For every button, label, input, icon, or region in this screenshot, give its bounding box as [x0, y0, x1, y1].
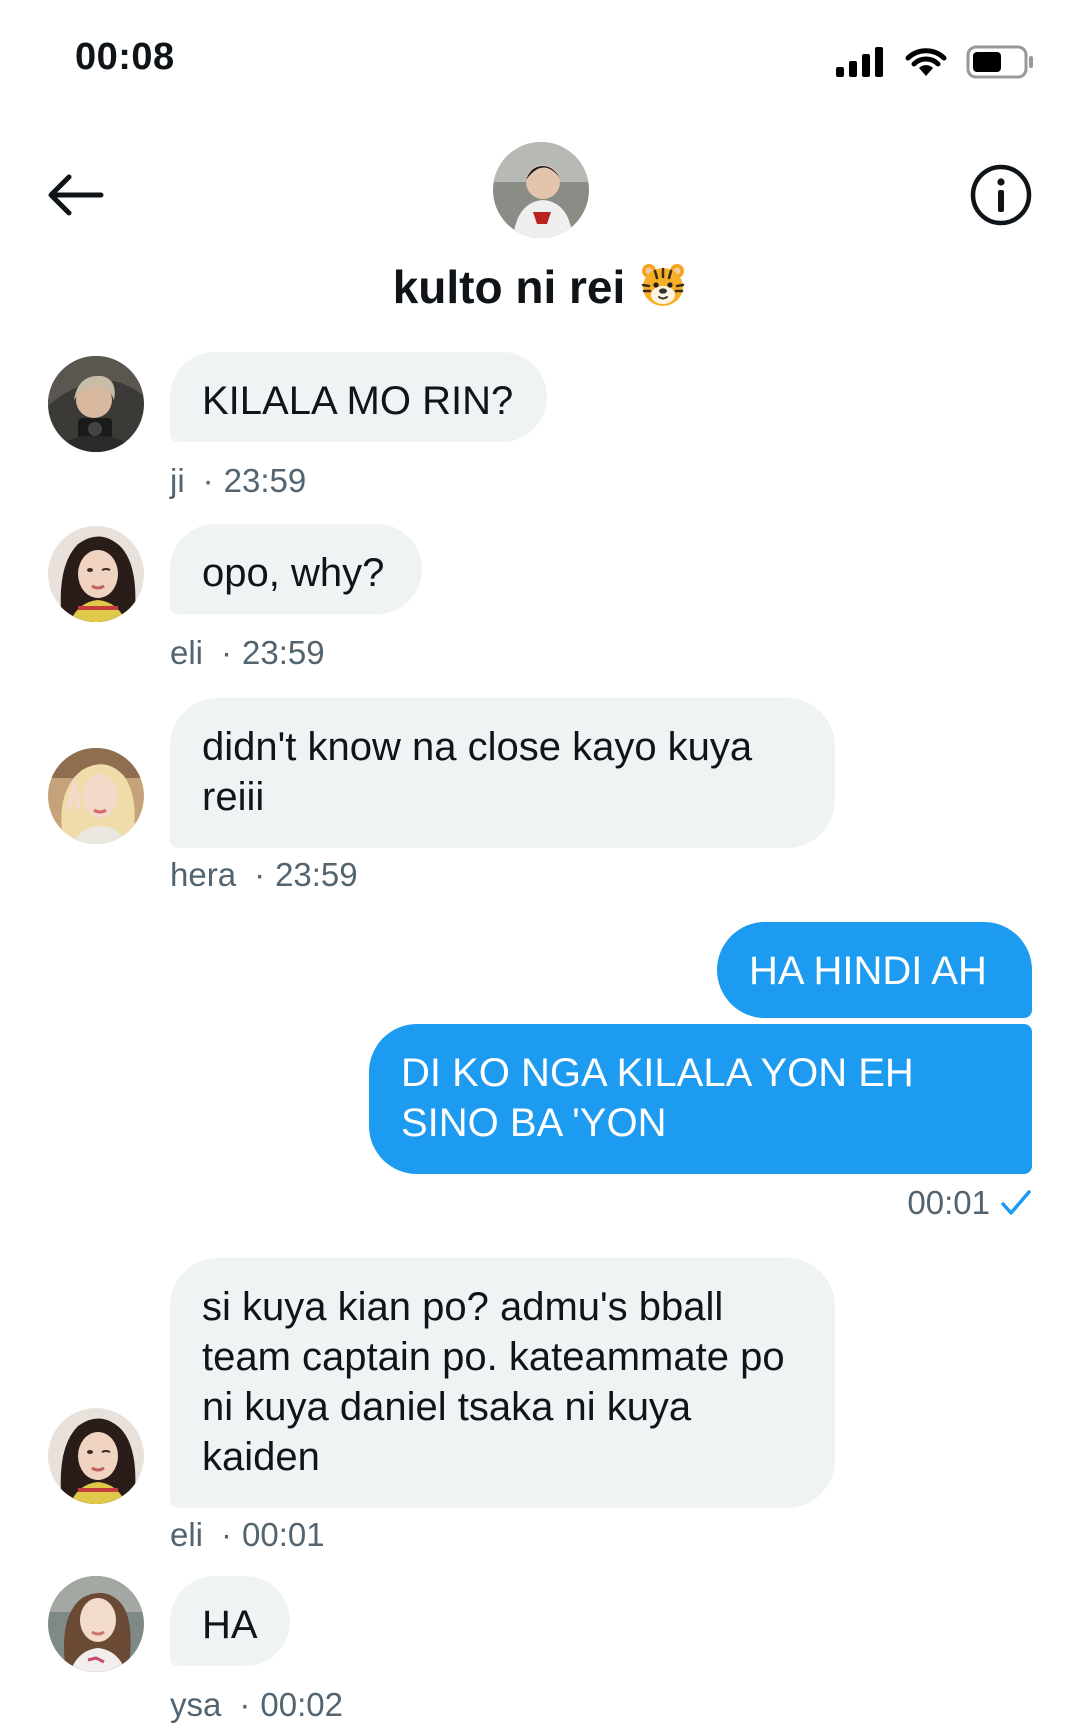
message-item-outgoing: HA HINDI AH: [0, 922, 1080, 1018]
message-time: 00:02: [260, 1686, 343, 1723]
message-meta: ysa · 00:02: [170, 1686, 343, 1724]
message-item-outgoing: DI KO NGA KILALA YON EH SINO BA 'YON 00:…: [0, 1024, 1080, 1221]
meta-separator: ·: [239, 1686, 251, 1723]
message-item: KILALA MO RIN? ji · 23:59: [0, 350, 1080, 499]
sender-name: eli: [170, 634, 204, 671]
message-time: 23:59: [223, 462, 307, 499]
avatar[interactable]: [48, 526, 144, 622]
tiger-face-icon: [639, 261, 687, 320]
message-item: HA ysa · 00:02: [0, 1576, 1080, 1726]
avatar-image: [48, 356, 144, 452]
message-bubble[interactable]: HA: [170, 1576, 290, 1666]
message-meta: hera · 23:59: [170, 856, 358, 894]
message-meta: ji · 23:59: [170, 462, 306, 500]
sender-name: ysa: [170, 1686, 222, 1723]
message-bubble[interactable]: KILALA MO RIN?: [170, 352, 547, 442]
message-bubble[interactable]: opo, why?: [170, 524, 422, 614]
group-title-text: kulto ni rei: [392, 261, 626, 313]
message-bubble-outgoing[interactable]: HA HINDI AH: [717, 922, 1032, 1018]
group-avatar-image: [493, 142, 589, 238]
sender-name: ji: [170, 462, 185, 499]
message-bubble-outgoing[interactable]: DI KO NGA KILALA YON EH SINO BA 'YON: [369, 1024, 1032, 1174]
signal-icon: [836, 47, 883, 77]
meta-separator: ·: [221, 634, 233, 671]
avatar-image: [48, 1576, 144, 1672]
avatar[interactable]: [48, 1408, 144, 1504]
message-item: didn't know na close kayo kuya reiii her…: [0, 698, 1080, 893]
group-avatar[interactable]: [493, 142, 589, 238]
message-time: 00:01: [242, 1516, 325, 1553]
sender-name: eli: [170, 1516, 204, 1553]
sender-name: hera: [170, 856, 237, 893]
message-bubble[interactable]: didn't know na close kayo kuya reiii: [170, 698, 835, 848]
status-icons: [834, 42, 1036, 82]
message-item: si kuya kian po? admu's bball team capta…: [0, 1258, 1080, 1553]
arrow-left-icon: [48, 174, 104, 216]
status-bar: 00:08: [0, 0, 1080, 110]
info-button[interactable]: [966, 160, 1036, 230]
meta-separator: ·: [254, 856, 266, 893]
status-time: 00:08: [75, 36, 175, 78]
wifi-icon: [905, 48, 947, 76]
avatar-image: [48, 748, 144, 844]
message-meta: eli · 00:01: [170, 1516, 325, 1554]
avatar[interactable]: [48, 356, 144, 452]
group-title: kulto ni rei: [0, 260, 1080, 320]
message-meta: 00:01: [907, 1184, 1032, 1222]
avatar[interactable]: [48, 748, 144, 844]
avatar-image: [48, 1408, 144, 1504]
meta-separator: ·: [221, 1516, 233, 1553]
message-meta: eli · 23:59: [170, 634, 325, 672]
back-button[interactable]: [40, 160, 110, 230]
battery-icon: [966, 45, 1033, 79]
message-time: 23:59: [242, 634, 325, 671]
message-time: 00:01: [907, 1184, 990, 1221]
message-bubble[interactable]: si kuya kian po? admu's bball team capta…: [170, 1258, 835, 1508]
info-icon: [970, 164, 1032, 226]
avatar-image: [48, 526, 144, 622]
message-item: opo, why? eli · 23:59: [0, 524, 1080, 671]
message-time: 23:59: [275, 856, 358, 893]
check-icon: [1001, 1190, 1031, 1215]
meta-separator: ·: [202, 462, 214, 499]
avatar[interactable]: [48, 1576, 144, 1672]
conversation-header: kulto ni rei: [0, 110, 1080, 340]
